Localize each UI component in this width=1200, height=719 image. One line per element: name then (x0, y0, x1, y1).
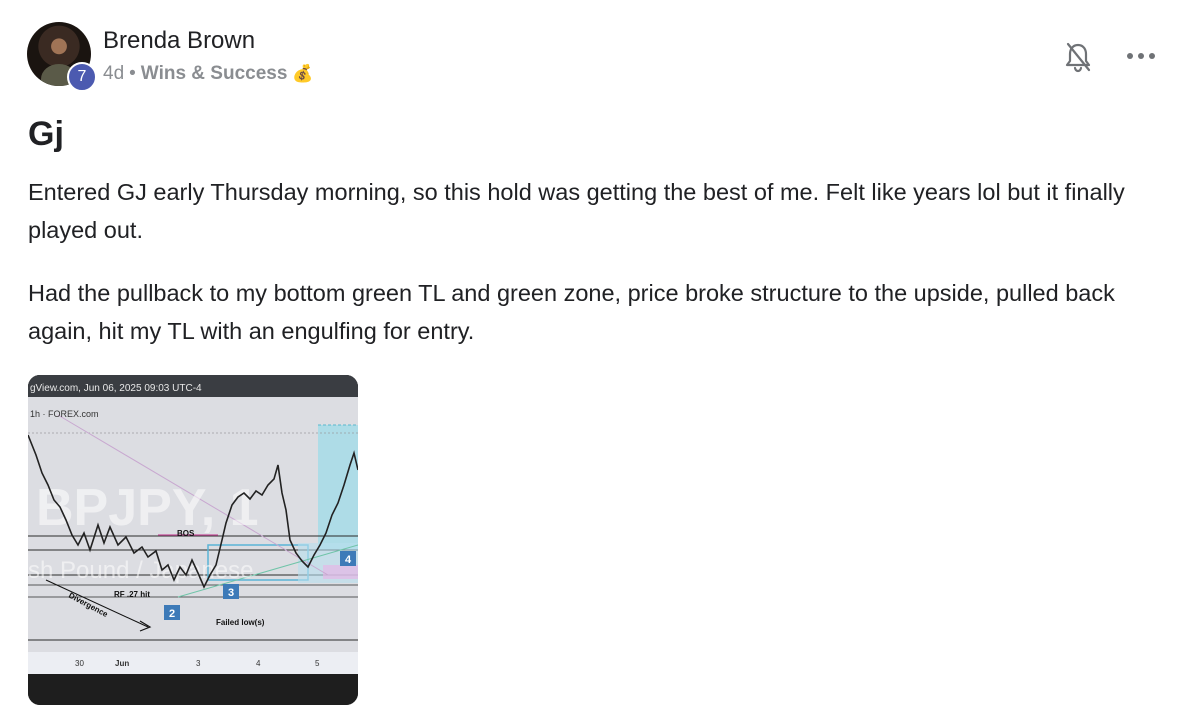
x-label: 5 (315, 659, 320, 668)
x-label: 3 (196, 659, 201, 668)
author-name[interactable]: Brenda Brown (103, 27, 255, 55)
chart-source: 1h · FOREX.com (30, 409, 99, 419)
post-paragraph-1: Entered GJ early Thursday morning, so th… (28, 179, 1125, 243)
money-bag-icon: 💰 (292, 64, 314, 83)
failed-low-label: Failed low(s) (216, 618, 265, 627)
post-meta: 4d • Wins & Success 💰 (103, 63, 314, 85)
chart-screenshot-attachment[interactable]: BPJPY, 1 sh Pound / Japanese BOS RF .27 … (28, 375, 358, 705)
x-label: 30 (75, 659, 84, 668)
bos-label: BOS (177, 529, 195, 538)
category-link[interactable]: Wins & Success (141, 63, 288, 85)
meta-separator: • (129, 63, 136, 84)
post-age: 4d (103, 63, 125, 84)
x-label: 4 (256, 659, 261, 668)
more-options-button[interactable] (1124, 44, 1158, 68)
x-label: Jun (115, 659, 129, 668)
marker-2: 2 (169, 608, 175, 620)
watermark-name: sh Pound / Japanese (28, 557, 254, 584)
post-title: Gj (28, 115, 64, 153)
author-avatar[interactable]: 7 (27, 22, 97, 92)
chart-screenshot: BPJPY, 1 sh Pound / Japanese BOS RF .27 … (28, 375, 358, 705)
level-badge: 7 (67, 62, 97, 92)
marker-4: 4 (345, 554, 352, 566)
rf-label: RF .27 hit (114, 590, 150, 599)
notification-toggle-button[interactable] (1062, 40, 1094, 74)
more-horizontal-icon (1127, 53, 1155, 59)
bell-off-icon (1065, 42, 1091, 73)
post-paragraph-2: Had the pullback to my bottom green TL a… (28, 280, 1115, 344)
marker-3: 3 (228, 587, 234, 599)
post-card: 7 Brenda Brown 4d • Wins & Success 💰 Gj … (0, 0, 1200, 719)
chart-header: gView.com, Jun 06, 2025 09:03 UTC-4 (30, 383, 202, 394)
